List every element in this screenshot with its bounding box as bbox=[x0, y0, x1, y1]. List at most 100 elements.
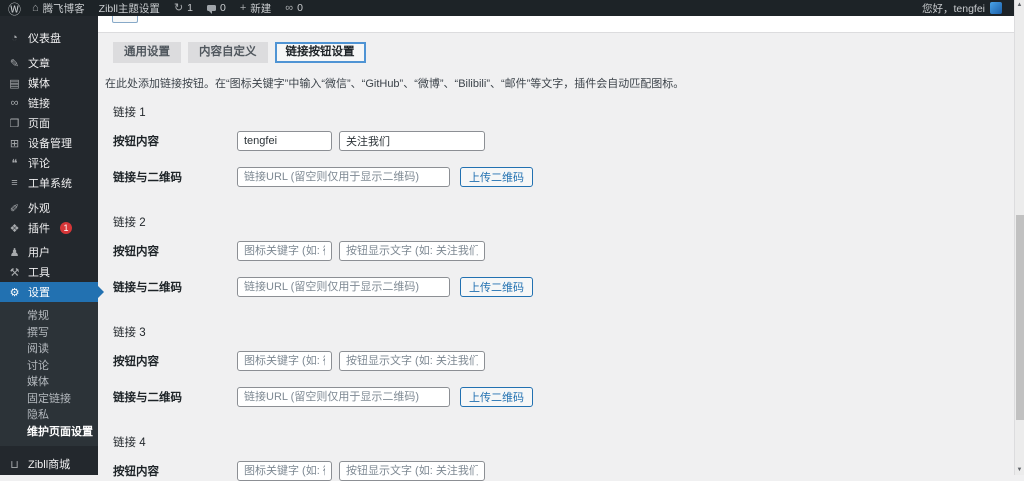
submenu-item-permalinks[interactable]: 固定链接 bbox=[0, 391, 98, 408]
wordpress-logo-icon[interactable]: Ⓦ bbox=[4, 0, 25, 17]
link-section-title: 链接 3 bbox=[113, 327, 146, 339]
updates-icon: ↻ bbox=[173, 2, 184, 14]
users-icon: ♟ bbox=[9, 246, 20, 259]
adminbar-new[interactable]: + 新建 bbox=[233, 0, 278, 16]
plus-icon: + bbox=[239, 2, 247, 14]
sidebar-item-links[interactable]: ∞ 链接 bbox=[0, 93, 98, 113]
scrollbar-down-arrow[interactable]: ▼ bbox=[1015, 467, 1024, 473]
sidebar-item-users[interactable]: ♟ 用户 bbox=[0, 242, 98, 262]
submenu-item-general[interactable]: 常规 bbox=[0, 308, 98, 325]
sidebar-item-zibll-store[interactable]: ⊔ Zibll商城 bbox=[0, 454, 98, 474]
sidebar-item-settings[interactable]: ⚙ 设置 bbox=[0, 282, 104, 302]
sidebar-item-label: 外观 bbox=[28, 203, 50, 215]
link-section-title: 链接 1 bbox=[113, 107, 146, 119]
upload-qr-button[interactable]: 上传二维码 bbox=[460, 387, 533, 407]
link-qr-row: 链接与二维码 上传二维码 bbox=[113, 387, 1014, 407]
button-content-row: 按钮内容 bbox=[113, 241, 1014, 261]
button-content-row: 按钮内容 bbox=[113, 351, 1014, 371]
sidebar-item-label: 文章 bbox=[28, 58, 50, 70]
sidebar-item-plugins[interactable]: ❖ 插件 1 bbox=[0, 218, 98, 238]
home-icon: ⌂ bbox=[32, 2, 39, 14]
link-url-input[interactable] bbox=[237, 277, 450, 297]
adminbar-theme-settings-link[interactable]: Zibll主题设置 bbox=[92, 0, 167, 16]
link-section-title: 链接 2 bbox=[113, 217, 146, 229]
sidebar-item-label: 链接 bbox=[28, 98, 50, 110]
button-content-label: 按钮内容 bbox=[113, 356, 159, 368]
submenu-item-privacy[interactable]: 隐私 bbox=[0, 407, 98, 424]
appearance-icon: ✐ bbox=[9, 202, 20, 215]
submenu-item-maintenance-page-settings[interactable]: 维护页面设置 bbox=[0, 424, 98, 441]
button-text-input[interactable] bbox=[339, 131, 485, 151]
icon-keyword-input[interactable] bbox=[237, 241, 332, 261]
sidebar-item-label: 用户 bbox=[28, 247, 50, 259]
upload-qr-button[interactable]: 上传二维码 bbox=[460, 167, 533, 187]
sidebar-item-label: 媒体 bbox=[28, 78, 50, 90]
icon-keyword-input[interactable] bbox=[237, 351, 332, 371]
partial-button-cut-off[interactable] bbox=[112, 16, 138, 23]
store-icon: ⊔ bbox=[10, 458, 19, 471]
submenu-item-reading[interactable]: 阅读 bbox=[0, 341, 98, 358]
link-qr-row: 链接与二维码 上传二维码 bbox=[113, 277, 1014, 297]
scrolled-panel-edge bbox=[98, 16, 1014, 33]
submenu-item-discussion[interactable]: 讨论 bbox=[0, 358, 98, 375]
new-label: 新建 bbox=[250, 2, 272, 15]
button-content-row: 按钮内容 bbox=[113, 461, 1014, 481]
settings-icon: ⚙ bbox=[9, 286, 20, 299]
admin-bar: Ⓦ ⌂ 腾飞博客 Zibll主题设置 ↻ 1 0 + 新建 ∞ 0 您好，ten… bbox=[0, 0, 1014, 17]
button-content-label: 按钮内容 bbox=[113, 246, 159, 258]
button-content-label: 按钮内容 bbox=[113, 466, 159, 478]
updates-count: 1 bbox=[187, 2, 193, 14]
links-count: 0 bbox=[297, 2, 303, 14]
adminbar-account[interactable]: 您好，tengfei bbox=[922, 1, 1010, 16]
button-text-input[interactable] bbox=[339, 241, 485, 261]
tools-icon: ⚒ bbox=[9, 266, 20, 279]
button-text-input[interactable] bbox=[339, 351, 485, 371]
upload-qr-button[interactable]: 上传二维码 bbox=[460, 277, 533, 297]
ticket-system-icon: ≡ bbox=[11, 177, 18, 189]
button-content-row: 按钮内容 bbox=[113, 131, 1014, 151]
link-qr-label: 链接与二维码 bbox=[113, 172, 182, 184]
sidebar-item-ticket-system[interactable]: ≡ 工单系统 bbox=[0, 173, 98, 193]
page-scrollbar: ▲ ▼ bbox=[1014, 0, 1024, 475]
link-buttons-form: 链接 1 按钮内容 链接与二维码 上传二维码 链接 2 按钮内容 链接与二维码 … bbox=[113, 107, 1014, 481]
adminbar-site-link[interactable]: ⌂ 腾飞博客 bbox=[25, 0, 92, 16]
comments-icon: ❝ bbox=[11, 157, 18, 170]
button-text-input[interactable] bbox=[339, 461, 485, 481]
scrollbar-thumb[interactable] bbox=[1016, 215, 1024, 420]
scrollbar-up-arrow[interactable]: ▲ bbox=[1015, 2, 1024, 8]
media-icon: ▤ bbox=[9, 77, 20, 90]
icon-keyword-input[interactable] bbox=[237, 461, 332, 481]
sidebar-item-appearance[interactable]: ✐ 外观 bbox=[0, 198, 98, 218]
plugins-icon: ❖ bbox=[9, 222, 20, 235]
sidebar-item-dashboard[interactable]: ◔ 仪表盘 bbox=[0, 28, 98, 48]
sidebar-item-label: 评论 bbox=[28, 158, 50, 170]
submenu-item-media[interactable]: 媒体 bbox=[0, 374, 98, 391]
tab-general-settings[interactable]: 通用设置 bbox=[113, 42, 181, 63]
sidebar-item-tools[interactable]: ⚒ 工具 bbox=[0, 262, 98, 282]
dashboard-icon: ◔ bbox=[11, 32, 18, 44]
comments-count: 0 bbox=[220, 2, 226, 14]
sidebar-item-posts[interactable]: ✎ 文章 bbox=[0, 53, 98, 73]
link-url-input[interactable] bbox=[237, 387, 450, 407]
sidebar-item-pages[interactable]: ❐ 页面 bbox=[0, 113, 98, 133]
sidebar-item-label: 仪表盘 bbox=[28, 33, 61, 45]
adminbar-updates[interactable]: ↻ 1 bbox=[167, 0, 200, 16]
button-content-label: 按钮内容 bbox=[113, 136, 159, 148]
greeting: 您好，tengfei bbox=[921, 2, 985, 15]
avatar bbox=[990, 2, 1002, 14]
adminbar-links[interactable]: ∞ 0 bbox=[278, 0, 310, 16]
sidebar-item-media[interactable]: ▤ 媒体 bbox=[0, 73, 98, 93]
sidebar-item-label: Zibll商城 bbox=[28, 459, 71, 471]
sidebar-item-label: 设备管理 bbox=[28, 138, 72, 150]
link-url-input[interactable] bbox=[237, 167, 450, 187]
device-management-icon: ⊞ bbox=[9, 137, 20, 150]
adminbar-comments[interactable]: 0 bbox=[200, 0, 233, 16]
tab-link-button-settings[interactable]: 链接按钮设置 bbox=[274, 42, 366, 63]
submenu-item-writing[interactable]: 撰写 bbox=[0, 325, 98, 342]
icon-keyword-input[interactable] bbox=[237, 131, 332, 151]
sidebar-item-comments[interactable]: ❝ 评论 bbox=[0, 153, 98, 173]
tab-content-customization[interactable]: 内容自定义 bbox=[188, 42, 268, 63]
sidebar-item-label: 设置 bbox=[28, 287, 50, 299]
sidebar-item-device-management[interactable]: ⊞ 设备管理 bbox=[0, 133, 98, 153]
posts-icon: ✎ bbox=[9, 57, 20, 70]
